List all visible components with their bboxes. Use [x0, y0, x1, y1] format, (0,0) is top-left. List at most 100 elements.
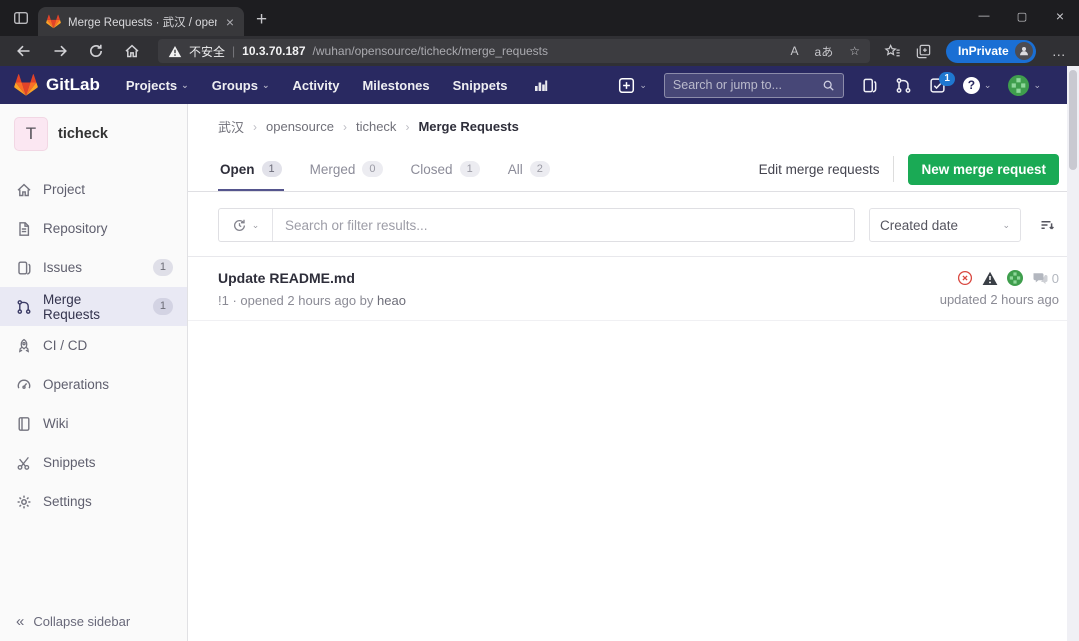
new-merge-request-button[interactable]: New merge request — [908, 154, 1059, 185]
chart-icon[interactable] — [533, 77, 549, 93]
collapse-icon: « — [16, 614, 24, 629]
nav-snippets[interactable]: Snippets — [453, 78, 508, 93]
sidebar-item-issues[interactable]: Issues 1 — [0, 248, 187, 287]
recent-searches-dropdown[interactable]: ⌄ — [219, 209, 273, 241]
project-context[interactable]: T ticheck — [0, 104, 187, 163]
breadcrumb: 武汉 › opensource › ticheck › Merge Reques… — [188, 104, 1079, 147]
user-menu[interactable]: ⌄ — [1008, 75, 1041, 96]
back-icon[interactable] — [8, 38, 40, 64]
scrollbar-thumb[interactable] — [1069, 70, 1077, 170]
pipeline-failed-icon[interactable] — [957, 270, 973, 286]
scissors-icon — [16, 455, 32, 471]
browser-toolbar: 不安全 | 10.3.70.187 /wuhan/opensource/tich… — [0, 36, 1079, 66]
refresh-icon[interactable] — [80, 38, 112, 64]
gitlab-nav-right: ⌄ Search or jump to... 1 ? ⌄ — [618, 73, 1055, 98]
breadcrumb-separator: › — [405, 120, 409, 134]
issues-dashboard-icon[interactable] — [861, 77, 878, 94]
sidebar-item-operations[interactable]: Operations — [0, 365, 187, 404]
sidebar-item-merge-requests[interactable]: Merge Requests 1 — [0, 287, 187, 326]
tab-open[interactable]: Open1 — [218, 148, 284, 191]
tab-close-icon[interactable]: × — [224, 15, 236, 29]
browser-menu-icon[interactable]: … — [1052, 43, 1067, 59]
sidebar-item-wiki[interactable]: Wiki — [0, 404, 187, 443]
merge-request-row[interactable]: Update README.md !1 · opened 2 hours ago… — [188, 257, 1079, 321]
page-scrollbar[interactable] — [1067, 66, 1079, 641]
filter-search-input[interactable]: ⌄ Search or filter results... — [218, 208, 855, 242]
chevron-down-icon: ⌄ — [639, 81, 647, 90]
issues-count-badge: 1 — [153, 259, 173, 276]
nav-groups[interactable]: Groups⌄ — [212, 78, 270, 93]
read-aloud-icon[interactable]: A — [791, 44, 799, 58]
nav-activity[interactable]: Activity — [292, 78, 339, 93]
main-content: 武汉 › opensource › ticheck › Merge Reques… — [188, 104, 1079, 641]
tab-merged[interactable]: Merged0 — [308, 148, 385, 191]
tab-open-count: 1 — [262, 161, 282, 178]
tab-actions-icon[interactable] — [6, 4, 36, 32]
collapse-sidebar-button[interactable]: « Collapse sidebar — [0, 602, 187, 641]
add-favorite-star-icon[interactable]: ☆ — [849, 44, 860, 58]
new-menu-button[interactable]: ⌄ — [618, 77, 647, 94]
sort-dropdown[interactable]: Created date ⌄ — [869, 208, 1021, 242]
tab-closed-count: 1 — [460, 161, 480, 178]
mr-comments[interactable]: 0 — [1032, 271, 1059, 286]
breadcrumb-group[interactable]: 武汉 — [218, 117, 244, 136]
forward-icon[interactable] — [44, 38, 76, 64]
breadcrumb-project[interactable]: ticheck — [356, 119, 396, 134]
inprivate-badge[interactable]: InPrivate — [946, 40, 1036, 63]
sidebar-item-ci-cd[interactable]: CI / CD — [0, 326, 187, 365]
not-secure-warning-icon — [168, 45, 182, 58]
mr-meta: !1 · opened 2 hours ago by — [218, 293, 373, 308]
help-icon: ? — [963, 77, 980, 94]
project-sidebar: T ticheck Project Repository Issues 1 — [0, 104, 188, 641]
merge-request-icon — [16, 299, 32, 315]
sidebar-item-repository[interactable]: Repository — [0, 209, 187, 248]
mr-state-tabs: Open1 Merged0 Closed1 All2 Edit merge re… — [188, 147, 1079, 192]
edit-merge-requests-button[interactable]: Edit merge requests — [759, 162, 880, 177]
sidebar-item-snippets[interactable]: Snippets — [0, 443, 187, 482]
mr-count-badge: 1 — [153, 298, 173, 315]
collections-icon[interactable] — [915, 43, 932, 60]
address-bar[interactable]: 不安全 | 10.3.70.187 /wuhan/opensource/tich… — [158, 39, 870, 63]
translate-icon[interactable]: aあ — [815, 43, 834, 60]
gitlab-brand[interactable]: GitLab — [14, 73, 100, 97]
sidebar-item-settings[interactable]: Settings — [0, 482, 187, 521]
gitlab-logo — [14, 73, 38, 97]
breadcrumb-separator: › — [253, 120, 257, 134]
search-input[interactable]: Search or jump to... — [664, 73, 844, 98]
help-menu[interactable]: ? ⌄ — [963, 77, 992, 94]
chevron-down-icon: ⌄ — [984, 81, 992, 90]
nav-milestones[interactable]: Milestones — [362, 78, 429, 93]
mr-title[interactable]: Update README.md — [218, 270, 406, 286]
security-label[interactable]: 不安全 — [189, 43, 225, 60]
window-close-icon[interactable]: × — [1041, 8, 1079, 24]
breadcrumb-subgroup[interactable]: opensource — [266, 119, 334, 134]
todo-count-badge: 1 — [939, 72, 955, 86]
gitlab-navbar: GitLab Projects⌄ Groups⌄ Activity Milest… — [0, 66, 1079, 104]
sort-direction-icon[interactable] — [1035, 213, 1059, 237]
url-divider: | — [232, 44, 235, 58]
new-tab-icon[interactable]: + — [256, 10, 267, 29]
mr-updated: updated 2 hours ago — [940, 292, 1059, 307]
mr-author-link[interactable]: heao — [377, 293, 406, 308]
favorites-icon[interactable] — [884, 43, 901, 60]
profile-avatar — [1015, 42, 1033, 60]
home-icon[interactable] — [116, 38, 148, 64]
search-icon — [822, 79, 835, 92]
filter-placeholder: Search or filter results... — [285, 218, 428, 233]
nav-projects[interactable]: Projects⌄ — [126, 78, 189, 93]
window-maximize-icon[interactable]: ▢ — [1003, 10, 1041, 23]
window-controls: — ▢ × — [965, 0, 1079, 32]
project-name: ticheck — [58, 126, 108, 142]
sidebar-item-project[interactable]: Project — [0, 170, 187, 209]
tab-closed[interactable]: Closed1 — [409, 148, 482, 191]
home-icon — [16, 182, 32, 198]
gear-icon — [16, 494, 32, 510]
tab-all[interactable]: All2 — [506, 148, 552, 191]
window-minimize-icon[interactable]: — — [965, 10, 1003, 22]
assignee-avatar[interactable] — [1007, 270, 1023, 286]
todos-icon[interactable]: 1 — [929, 77, 946, 94]
breadcrumb-separator: › — [343, 120, 347, 134]
browser-tab[interactable]: Merge Requests · 武汉 / opensc × — [38, 7, 244, 36]
book-icon — [16, 416, 32, 432]
merge-requests-dashboard-icon[interactable] — [895, 77, 912, 94]
